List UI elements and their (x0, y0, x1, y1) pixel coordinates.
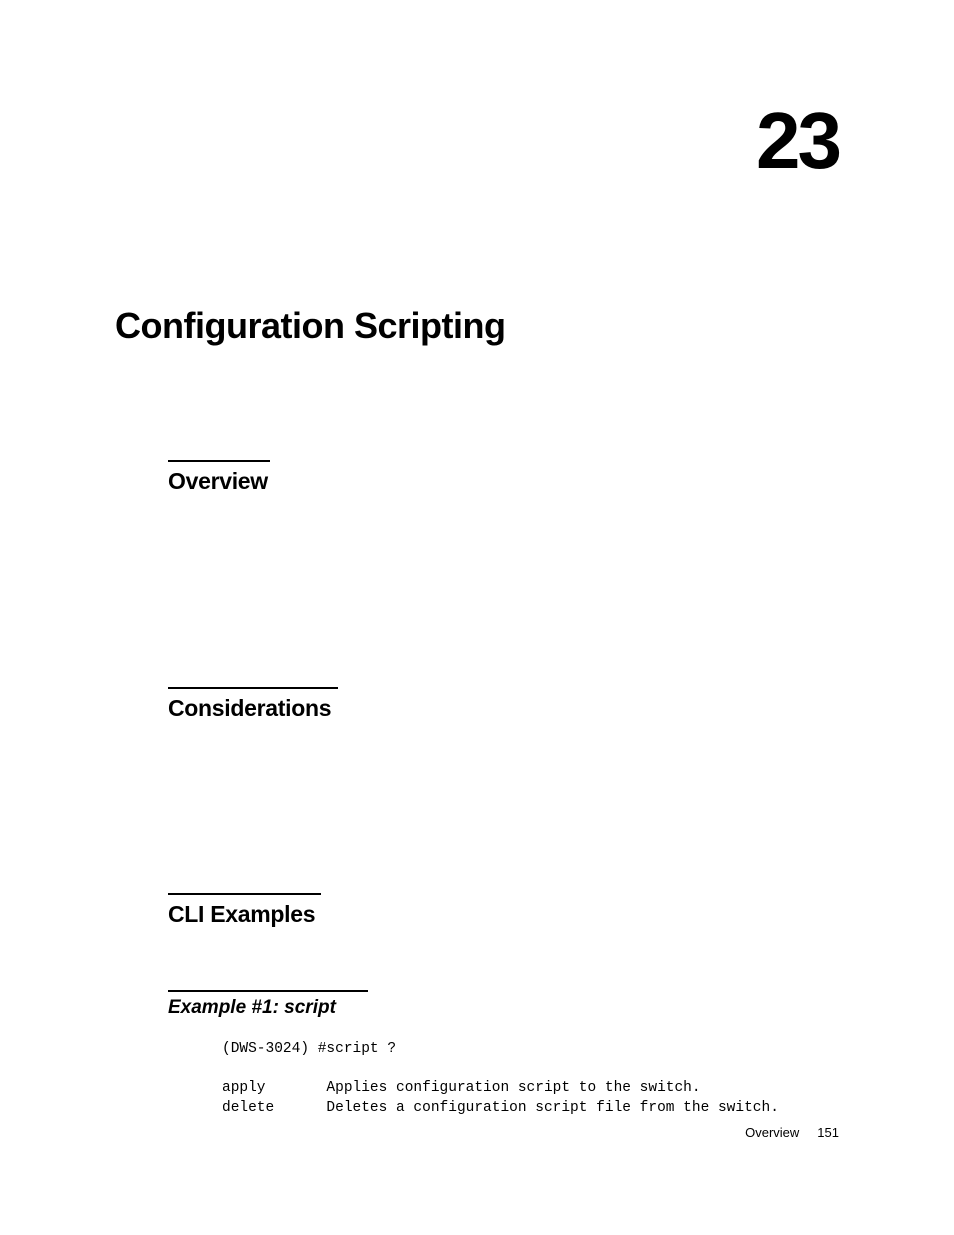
chapter-number: 23 (756, 95, 839, 187)
footer-section-label: Overview (745, 1125, 799, 1140)
subsection-rule (168, 990, 368, 992)
subsection-example1: Example #1: script (168, 990, 368, 1019)
section-title-cli: CLI Examples (168, 901, 321, 928)
code-line: (DWS-3024) #script ? (222, 1041, 396, 1057)
section-rule (168, 687, 338, 689)
document-page: 23 Configuration Scripting Overview Cons… (0, 0, 954, 1235)
footer-page-number: 151 (817, 1125, 839, 1140)
section-cli-examples: CLI Examples (168, 893, 321, 928)
code-line: delete Deletes a configuration script fi… (222, 1100, 779, 1116)
section-rule (168, 460, 270, 462)
code-block: (DWS-3024) #script ? apply Applies confi… (222, 1040, 779, 1118)
section-considerations: Considerations (168, 687, 338, 722)
section-overview: Overview (168, 460, 270, 495)
chapter-title: Configuration Scripting (115, 305, 505, 347)
code-line: apply Applies configuration script to th… (222, 1080, 701, 1096)
section-title-overview: Overview (168, 468, 270, 495)
page-footer: Overview 151 (745, 1125, 839, 1140)
subsection-title: Example #1: script (168, 997, 368, 1019)
section-rule (168, 893, 321, 895)
section-title-considerations: Considerations (168, 695, 338, 722)
